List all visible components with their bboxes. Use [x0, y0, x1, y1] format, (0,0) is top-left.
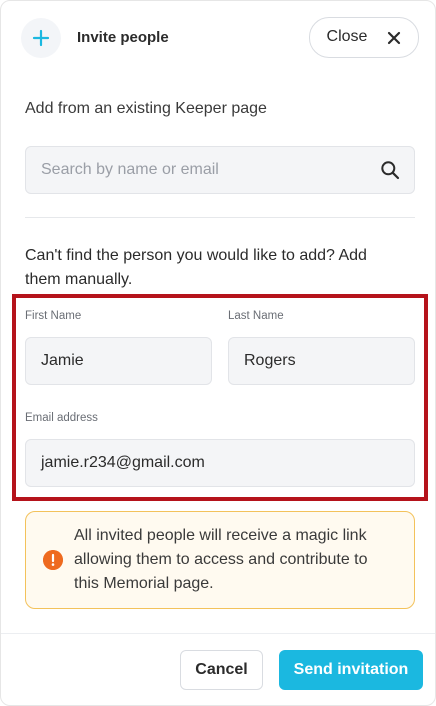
- footer-divider: [1, 633, 435, 634]
- first-name-field[interactable]: Jamie: [25, 337, 212, 385]
- dialog-title: Invite people: [77, 29, 169, 46]
- existing-page-label: Add from an existing Keeper page: [25, 100, 267, 117]
- first-name-label: First Name: [25, 310, 82, 322]
- last-name-label: Last Name: [228, 310, 284, 322]
- email-label: Email address: [25, 412, 98, 424]
- search-icon[interactable]: [380, 160, 400, 180]
- dialog-header: Invite people Close: [1, 1, 435, 77]
- warning-icon: [43, 550, 63, 570]
- manual-add-prompt: Can't find the person you would like to …: [25, 247, 367, 288]
- info-notice: All invited people will receive a magic …: [25, 511, 415, 609]
- search-field: [25, 146, 415, 194]
- close-button[interactable]: Close: [309, 17, 419, 58]
- invite-dialog: Invite people Close Add from an existing…: [0, 0, 436, 706]
- email-field[interactable]: jamie.r234@gmail.com: [25, 439, 415, 487]
- cancel-button[interactable]: Cancel: [180, 650, 263, 690]
- notice-text: All invited people will receive a magic …: [74, 527, 368, 592]
- last-name-field[interactable]: Rogers: [228, 337, 415, 385]
- send-invitation-button[interactable]: Send invitation: [279, 650, 423, 690]
- plus-icon: [21, 18, 61, 58]
- close-icon: [388, 31, 401, 44]
- search-input[interactable]: [26, 147, 366, 193]
- close-button-label: Close: [326, 27, 368, 45]
- section-divider: [25, 217, 415, 218]
